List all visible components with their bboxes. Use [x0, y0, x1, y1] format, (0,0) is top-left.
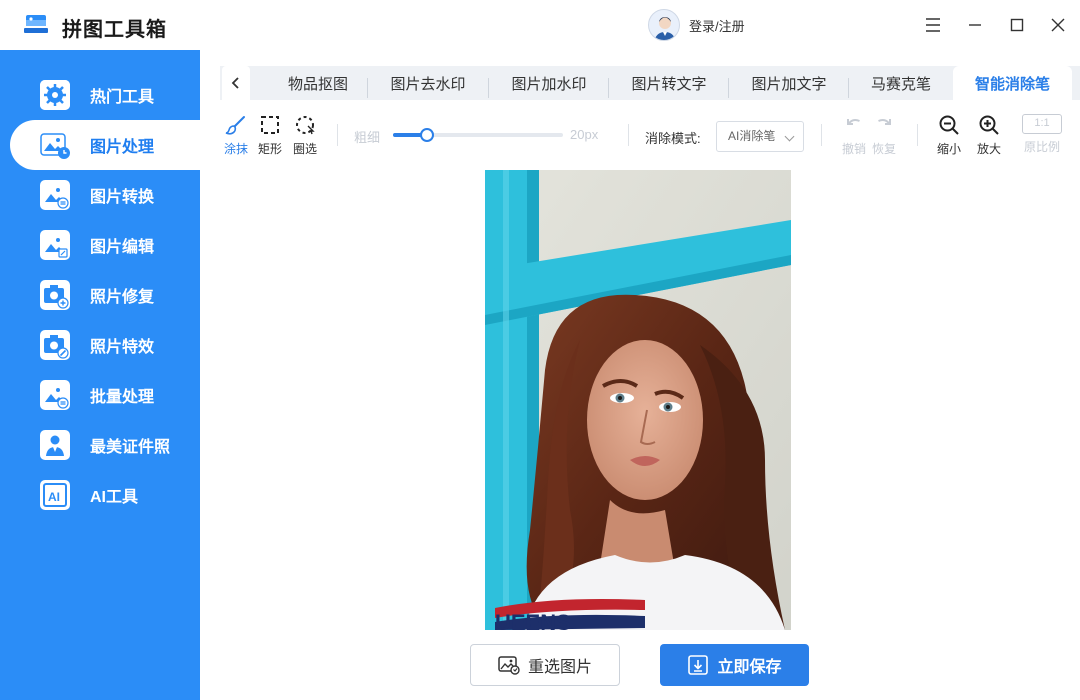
sidebar-item-image-edit[interactable]: 图片编辑	[10, 220, 200, 270]
tab-add-text[interactable]: 图片加文字	[729, 66, 849, 100]
sidebar-item-photo-effects[interactable]: 照片特效	[10, 320, 200, 370]
sidebar-item-image-convert[interactable]: 图片转换	[10, 170, 200, 220]
thickness-slider[interactable]	[393, 128, 563, 142]
toolbar-divider	[337, 124, 338, 146]
sidebar: 热门工具 图片处理 图片转换 图片编辑 照片修复 照片特效 批量处理 最美证件照…	[0, 50, 200, 700]
sidebar-item-label: 最美证件照	[90, 439, 171, 456]
rect-label: 矩形	[257, 142, 282, 156]
sidebar-item-label: 批量处理	[90, 389, 155, 406]
toolbar-divider	[821, 124, 822, 146]
original-ratio-label: 原比例	[1023, 140, 1060, 154]
image-convert-icon	[40, 180, 70, 210]
smear-tool[interactable]: 涂抹	[220, 114, 252, 157]
erase-mode-select[interactable]: AI消除笔	[716, 121, 804, 152]
sidebar-item-ai-tools[interactable]: AI AI工具	[10, 470, 200, 520]
thickness-value: 20px	[570, 127, 599, 142]
ai-icon: AI	[40, 480, 70, 510]
zoom-in-button[interactable]: 放大	[973, 114, 1005, 157]
lasso-tool[interactable]: 圈选	[289, 114, 321, 157]
sidebar-item-label: 图片转换	[90, 189, 155, 206]
title-bar: 拼图工具箱 登录/注册	[0, 0, 1080, 50]
undo-button[interactable]: 撤销	[838, 114, 870, 157]
rect-select-icon	[261, 116, 279, 134]
tab-mosaic-pen[interactable]: 马赛克笔	[849, 66, 953, 100]
save-label: 立即保存	[717, 659, 782, 676]
bottom-bar: 重选图片 立即保存	[200, 630, 1080, 700]
camera-plus-icon	[40, 280, 70, 310]
close-icon[interactable]	[1046, 13, 1070, 37]
user-icon	[654, 17, 676, 40]
toolbar: 涂抹 矩形 圈选 粗细 20px 消除模式: AI消除笔 撤销 恢复 缩小 放大…	[220, 100, 1080, 170]
image-refresh-icon	[498, 656, 520, 675]
sidebar-item-label: 照片修复	[90, 289, 155, 306]
sidebar-item-label: 热门工具	[90, 89, 155, 106]
reselect-label: 重选图片	[527, 659, 592, 676]
gear-icon	[40, 80, 70, 110]
back-button[interactable]	[222, 66, 250, 100]
tab-remove-watermark[interactable]: 图片去水印	[368, 66, 488, 100]
edited-photo[interactable]: UEENS	[485, 170, 791, 630]
chevron-left-icon	[231, 77, 239, 89]
rect-tool[interactable]: 矩形	[254, 114, 286, 157]
login-link[interactable]: 登录/注册	[689, 16, 745, 35]
tab-image-to-text[interactable]: 图片转文字	[609, 66, 729, 100]
minimize-icon[interactable]	[963, 13, 987, 37]
zoom-in-label: 放大	[976, 142, 1001, 156]
image-edit-icon	[40, 230, 70, 260]
svg-text:AI: AI	[48, 490, 60, 504]
canvas-area[interactable]: UEENS	[200, 170, 1080, 630]
toolbar-divider	[628, 124, 629, 146]
brush-icon	[225, 116, 245, 135]
zoom-out-icon	[939, 115, 959, 135]
maximize-icon[interactable]	[1005, 13, 1029, 37]
redo-label: 恢复	[871, 142, 896, 156]
redo-button[interactable]: 恢复	[868, 114, 900, 157]
erase-mode-label: 消除模式:	[645, 131, 701, 146]
image-batch-icon	[40, 380, 70, 410]
sidebar-item-hot-tools[interactable]: 热门工具	[10, 70, 200, 120]
sidebar-item-image-processing[interactable]: 图片处理	[10, 120, 200, 170]
toolbar-divider	[917, 124, 918, 146]
id-photo-icon	[40, 430, 70, 460]
login-area[interactable]: 登录/注册	[648, 9, 745, 41]
zoom-out-label: 缩小	[936, 142, 961, 156]
download-icon	[688, 655, 709, 675]
sidebar-item-id-photo[interactable]: 最美证件照	[10, 420, 200, 470]
lasso-label: 圈选	[292, 142, 317, 156]
sidebar-item-label: 图片处理	[90, 139, 155, 156]
tab-object-cutout[interactable]: 物品抠图	[270, 66, 366, 100]
smear-label: 涂抹	[223, 142, 248, 156]
lasso-icon	[296, 116, 315, 135]
sidebar-item-label: 图片编辑	[90, 239, 155, 256]
camera-magic-icon	[40, 330, 70, 360]
app-logo-icon	[24, 15, 48, 33]
portrait-image: UEENS	[485, 170, 791, 630]
undo-icon	[847, 119, 860, 125]
ratio-box: 1:1	[1022, 114, 1062, 134]
svg-text:UEENS: UEENS	[495, 610, 571, 630]
zoom-out-button[interactable]: 缩小	[933, 114, 965, 157]
original-ratio-button[interactable]: 1:1 原比例	[1020, 114, 1064, 155]
tab-add-watermark[interactable]: 图片加水印	[489, 66, 609, 100]
sidebar-item-label: AI工具	[90, 489, 139, 506]
save-now-button[interactable]: 立即保存	[660, 644, 809, 686]
menu-icon[interactable]	[921, 13, 945, 37]
slider-thumb[interactable]	[420, 128, 434, 142]
image-clock-icon	[40, 130, 70, 160]
reselect-image-button[interactable]: 重选图片	[470, 644, 620, 686]
chevron-down-icon	[784, 131, 795, 142]
tab-smart-eraser[interactable]: 智能消除笔	[953, 66, 1072, 100]
erase-mode-value: AI消除笔	[728, 129, 776, 143]
thickness-label: 粗细	[354, 130, 381, 145]
sidebar-item-batch[interactable]: 批量处理	[10, 370, 200, 420]
zoom-in-icon	[979, 115, 999, 135]
undo-label: 撤销	[841, 142, 866, 156]
redo-icon	[878, 119, 891, 125]
sidebar-item-photo-repair[interactable]: 照片修复	[10, 270, 200, 320]
app-title: 拼图工具箱	[62, 19, 167, 41]
sidebar-item-label: 照片特效	[90, 339, 155, 356]
tool-tabs: 物品抠图 图片去水印 图片加水印 图片转文字 图片加文字 马赛克笔 智能消除笔	[220, 66, 1080, 100]
avatar[interactable]	[648, 9, 680, 41]
